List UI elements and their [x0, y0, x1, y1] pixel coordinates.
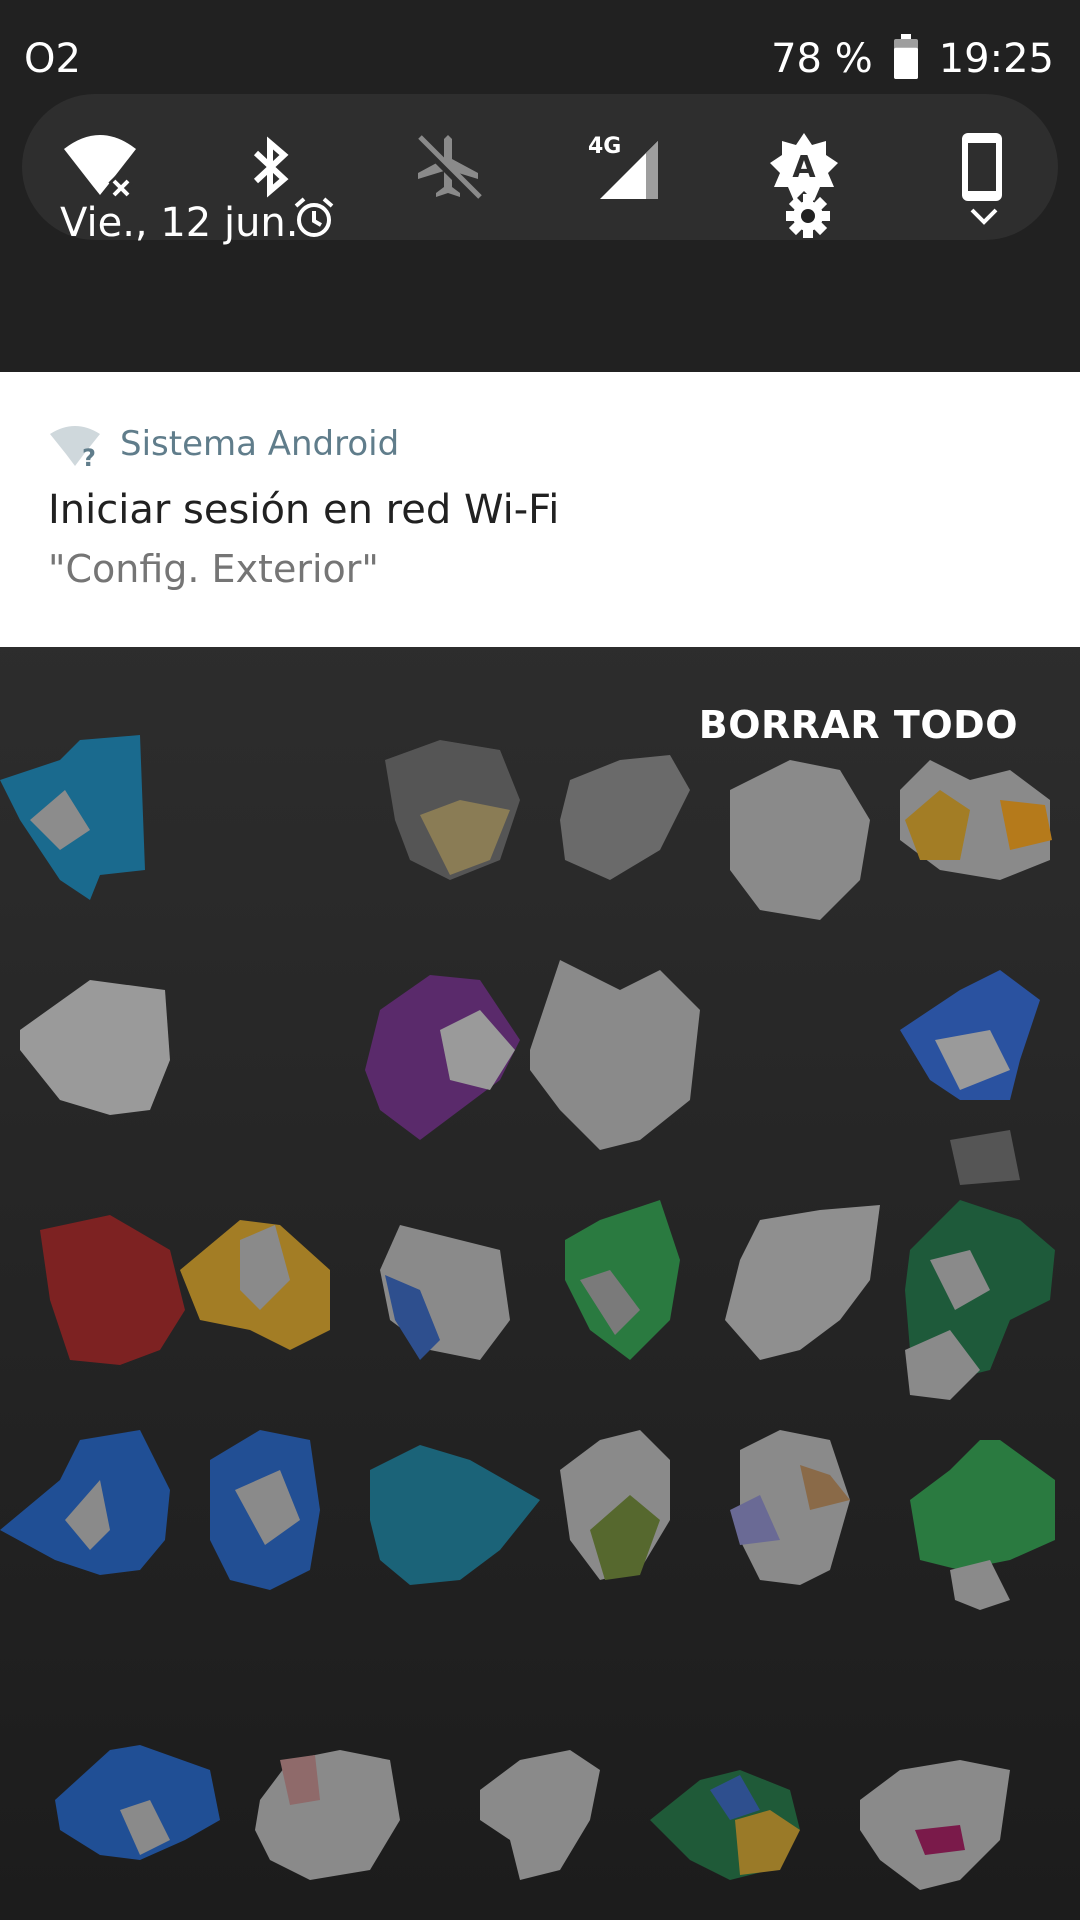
chevron-down-icon	[970, 208, 998, 225]
auto-rotate-icon	[962, 133, 1002, 201]
wifi-question-icon: ?	[48, 424, 102, 472]
airplane-mode-toggle[interactable]	[408, 127, 488, 207]
status-bar: O2 78 % 19:25	[0, 0, 1080, 92]
status-indicators: 78 % 19:25	[771, 34, 1054, 84]
airplane-mode-icon	[414, 135, 482, 203]
expand-quick-settings-button[interactable]	[964, 196, 1004, 236]
svg-text:?: ?	[82, 444, 96, 468]
settings-icon	[786, 194, 830, 238]
wifi-toggle[interactable]	[60, 127, 140, 207]
settings-button[interactable]	[782, 190, 834, 242]
date-label: Vie., 12 jun.	[60, 200, 299, 246]
battery-level-fill	[893, 47, 918, 79]
auto-rotate-toggle[interactable]	[942, 127, 1022, 207]
quick-settings-panel: 4G A Vie., 12 jun.	[0, 92, 1080, 372]
battery-percent: 78 %	[771, 36, 873, 82]
alarm-icon[interactable]	[292, 196, 336, 244]
svg-text:4G: 4G	[588, 134, 621, 159]
carrier-name: O2	[24, 36, 81, 82]
notification-title: Iniciar sesión en red Wi-Fi	[48, 487, 560, 533]
notification-shade-screen: O2 78 % 19:25 4G A Vie., 12 jun. ? Siste…	[0, 0, 1080, 1920]
battery-icon	[893, 34, 919, 84]
bluetooth-toggle[interactable]	[232, 127, 312, 207]
svg-text:A: A	[792, 150, 816, 185]
bluetooth-icon	[253, 136, 289, 198]
clear-all-button[interactable]: BORRAR TODO	[699, 700, 1018, 750]
clock: 19:25	[938, 36, 1054, 82]
wifi-off-icon	[64, 135, 136, 201]
wifi-login-notification[interactable]: ? Sistema Android Iniciar sesión en red …	[0, 372, 1080, 647]
mobile-data-toggle[interactable]: 4G	[586, 127, 666, 207]
mobile-data-4g-icon: 4G	[588, 134, 658, 199]
notification-app-name: Sistema Android	[120, 424, 400, 464]
notification-text: "Config. Exterior"	[48, 547, 379, 591]
